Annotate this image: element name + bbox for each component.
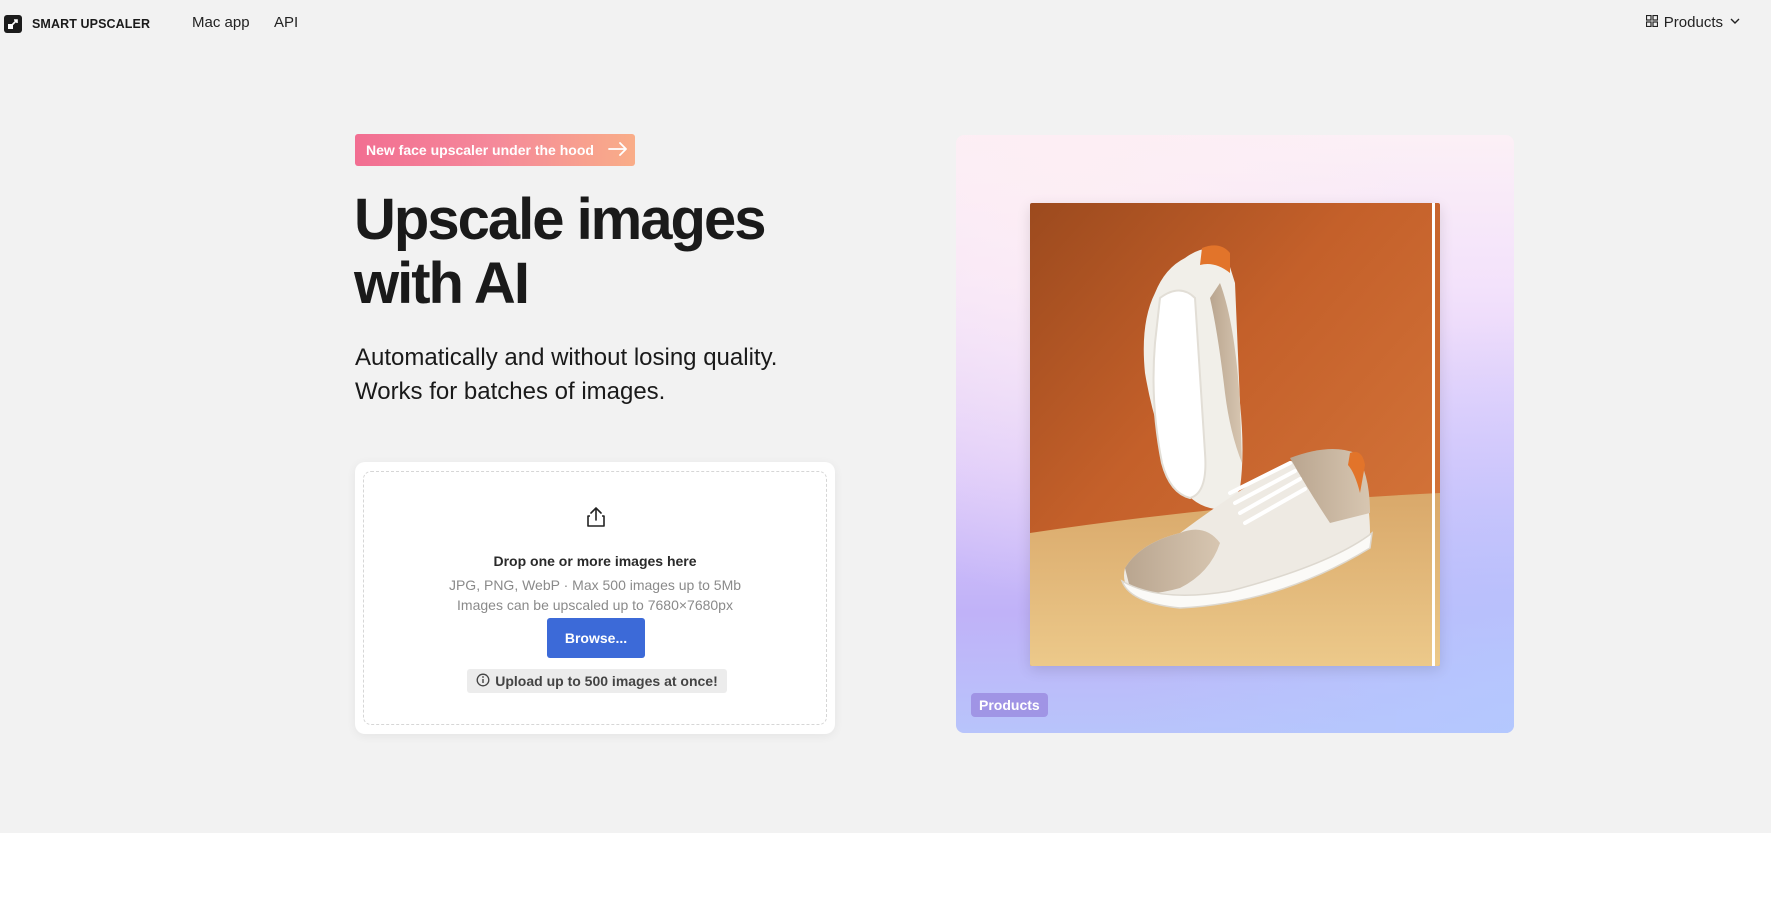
image-dropzone[interactable]: Drop one or more images here JPG, PNG, W… [363,471,827,725]
compare-slider-handle[interactable] [1432,203,1435,666]
announcement-text: New face upscaler under the hood [366,142,594,158]
page-subtitle: Automatically and without losing quality… [355,341,835,409]
page-title-line-1: Upscale images [354,187,766,252]
page-subtitle-line-1: Automatically and without losing quality… [355,344,778,371]
page-subtitle-line-2: Works for batches of images. [355,378,666,405]
announcement-banner[interactable]: New face upscaler under the hood [355,134,635,166]
upload-card: Drop one or more images here JPG, PNG, W… [355,462,835,734]
grid-icon [1645,14,1658,31]
arrow-right-icon [604,141,628,159]
preview-category-tag[interactable]: Products [971,693,1048,717]
dropzone-formats: JPG, PNG, WebP · Max 500 images up to 5M… [448,577,742,593]
browse-button[interactable]: Browse... [547,618,645,658]
dropzone-size-limit: Images can be upscaled up to 7680×7680px [457,597,733,613]
products-menu-button[interactable]: Products [1645,14,1741,31]
preview-panel: Products [956,135,1514,733]
upload-limit-note-text: Upload up to 500 images at once! [495,673,718,689]
logo-text: SMART UPSCALER [32,17,151,31]
dropzone-title: Drop one or more images here [493,553,697,569]
upload-icon [585,506,607,533]
chevron-down-icon [1729,14,1741,31]
page-title: Upscale images with AI [354,188,834,316]
nav-api[interactable]: API [274,14,298,31]
sneaker-preview-image [1030,203,1440,666]
logo-link[interactable]: SMART UPSCALER [4,15,150,33]
logo-icon [4,15,22,33]
site-header: SMART UPSCALER Mac app API Products [0,0,1771,48]
products-menu-label: Products [1663,14,1723,31]
page-title-line-2: with AI [354,251,530,316]
info-icon [476,673,490,690]
nav-mac-app[interactable]: Mac app [192,14,250,31]
upload-limit-note: Upload up to 500 images at once! [467,669,727,693]
